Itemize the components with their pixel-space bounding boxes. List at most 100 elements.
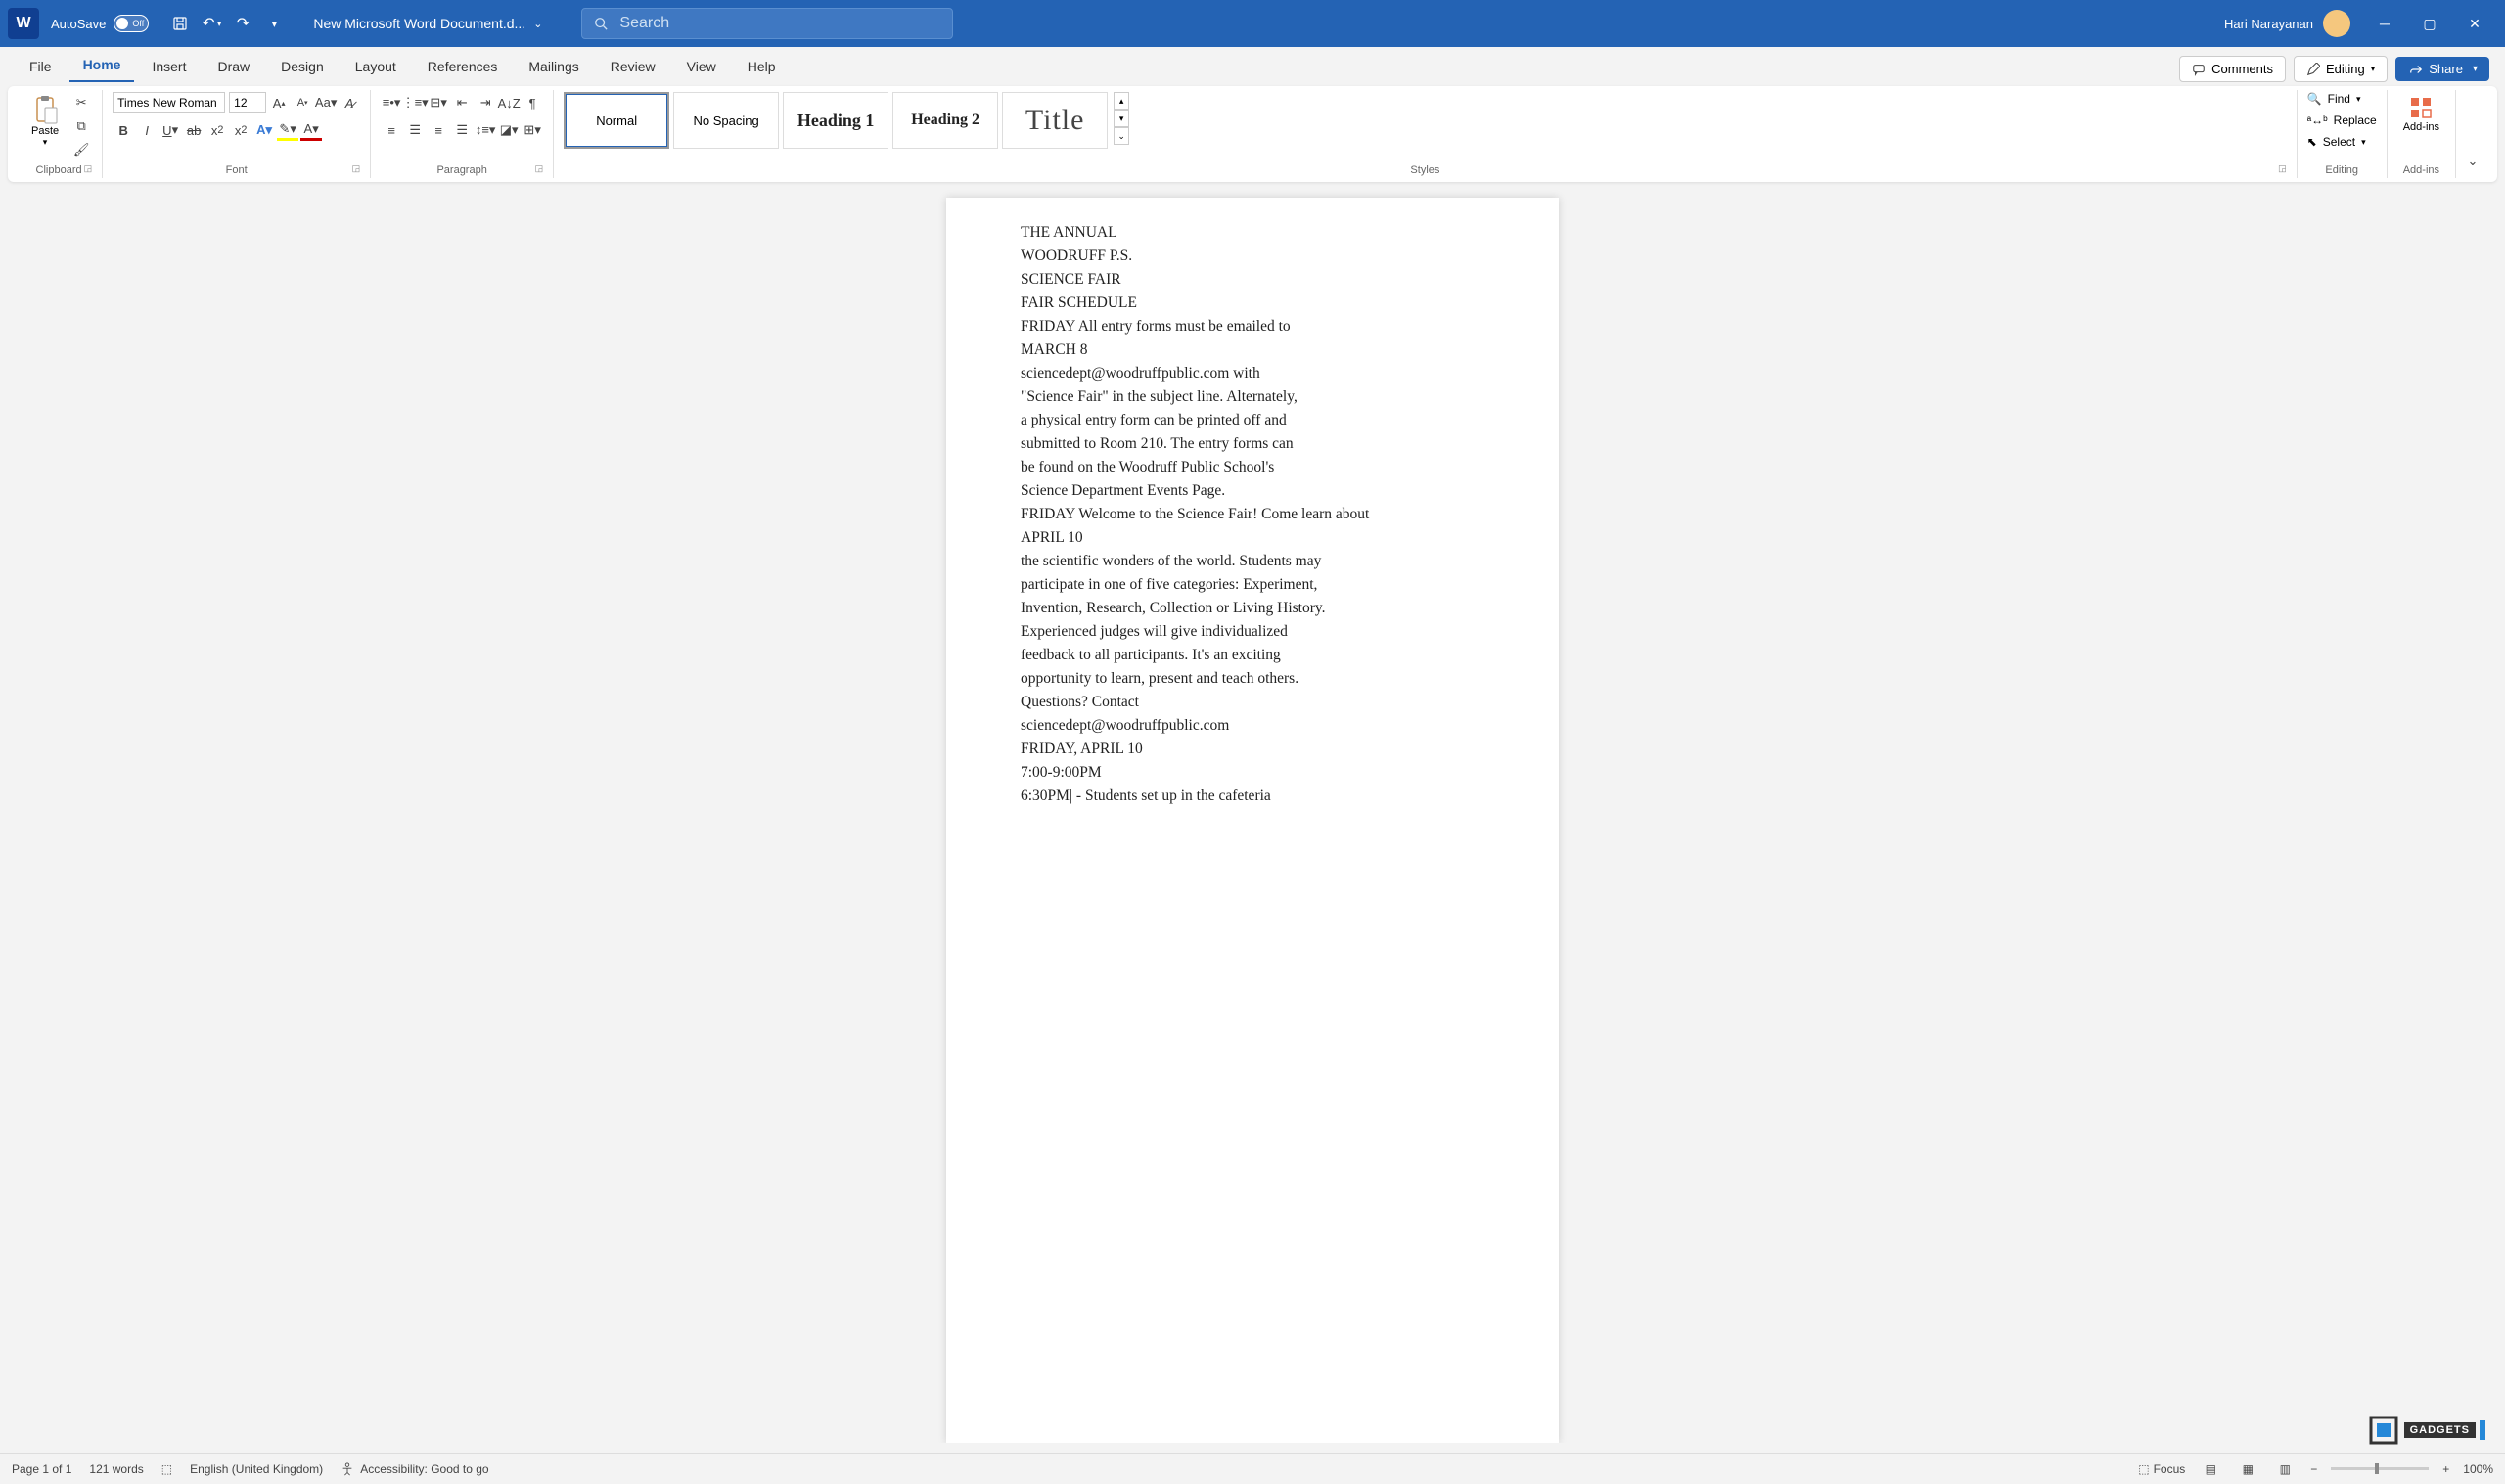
highlight-icon[interactable]: ✎▾ — [277, 119, 298, 141]
doc-line[interactable]: the scientific wonders of the world. Stu… — [1021, 550, 1484, 573]
align-left-icon[interactable]: ≡ — [381, 119, 402, 141]
multilevel-list-icon[interactable]: ⊟▾ — [428, 92, 449, 113]
style-no-spacing[interactable]: No Spacing — [673, 92, 779, 149]
zoom-slider[interactable] — [2331, 1467, 2429, 1470]
addins-button[interactable]: Add-ins — [2397, 92, 2445, 135]
bold-icon[interactable]: B — [113, 119, 134, 141]
font-size-select[interactable] — [229, 92, 266, 113]
read-mode-icon[interactable]: ▤ — [2199, 1458, 2222, 1481]
autosave-toggle[interactable]: AutoSave Off — [51, 15, 149, 32]
zoom-level[interactable]: 100% — [2463, 1462, 2493, 1476]
styles-more-icon[interactable]: ⌄ — [1114, 127, 1129, 145]
toggle-switch[interactable]: Off — [114, 15, 149, 32]
underline-icon[interactable]: U▾ — [159, 119, 181, 141]
style-title[interactable]: Title — [1002, 92, 1108, 149]
text-effects-icon[interactable]: A▾ — [253, 119, 275, 141]
word-count[interactable]: 121 words — [89, 1462, 143, 1476]
tab-layout[interactable]: Layout — [342, 51, 410, 82]
align-right-icon[interactable]: ≡ — [428, 119, 449, 141]
doc-line[interactable]: participate in one of five categories: E… — [1021, 573, 1484, 597]
select-button[interactable]: ⬉Select▾ — [2307, 135, 2366, 149]
redo-icon[interactable]: ↷ — [227, 8, 258, 39]
shading-icon[interactable]: ◪▾ — [498, 119, 520, 141]
language[interactable]: English (United Kingdom) — [190, 1462, 323, 1476]
italic-icon[interactable]: I — [136, 119, 158, 141]
maximize-icon[interactable]: ▢ — [2407, 0, 2452, 47]
line-spacing-icon[interactable]: ↕≡▾ — [475, 119, 496, 141]
launcher-icon[interactable]: ◲ — [535, 163, 544, 174]
clear-formatting-icon[interactable]: A̷ — [339, 92, 360, 113]
paste-button[interactable]: Paste ▾ — [25, 92, 65, 150]
user-account[interactable]: Hari Narayanan — [2224, 10, 2350, 37]
web-layout-icon[interactable]: ▥ — [2273, 1458, 2297, 1481]
launcher-icon[interactable]: ◲ — [2278, 163, 2287, 174]
launcher-icon[interactable]: ◲ — [352, 163, 361, 174]
tab-help[interactable]: Help — [734, 51, 790, 82]
cut-icon[interactable]: ✂ — [70, 92, 92, 113]
styles-down-icon[interactable]: ▾ — [1114, 110, 1129, 127]
doc-line[interactable]: WOODRUFF P.S. — [1021, 245, 1484, 268]
numbering-icon[interactable]: ⋮≡▾ — [404, 92, 426, 113]
doc-line[interactable]: sciencedept@woodruffpublic.com — [1021, 714, 1484, 738]
increase-indent-icon[interactable]: ⇥ — [475, 92, 496, 113]
accessibility-status[interactable]: Accessibility: Good to go — [341, 1462, 488, 1476]
doc-line[interactable]: APRIL 10 — [1021, 526, 1484, 550]
doc-line[interactable]: opportunity to learn, present and teach … — [1021, 667, 1484, 691]
tab-mailings[interactable]: Mailings — [515, 51, 592, 82]
font-color-icon[interactable]: A▾ — [300, 119, 322, 141]
tab-references[interactable]: References — [414, 51, 512, 82]
doc-line[interactable]: "Science Fair" in the subject line. Alte… — [1021, 385, 1484, 409]
doc-line[interactable]: MARCH 8 — [1021, 338, 1484, 362]
style-normal[interactable]: Normal — [564, 92, 669, 149]
show-marks-icon[interactable]: ¶ — [522, 92, 543, 113]
doc-line[interactable]: THE ANNUAL — [1021, 221, 1484, 245]
tab-review[interactable]: Review — [597, 51, 669, 82]
justify-icon[interactable]: ☰ — [451, 119, 473, 141]
doc-line[interactable]: Invention, Research, Collection or Livin… — [1021, 597, 1484, 620]
font-name-select[interactable] — [113, 92, 225, 113]
doc-line[interactable]: Science Department Events Page. — [1021, 479, 1484, 503]
doc-line[interactable]: submitted to Room 210. The entry forms c… — [1021, 432, 1484, 456]
collapse-ribbon-icon[interactable]: ⌄ — [2462, 151, 2483, 172]
bullets-icon[interactable]: ≡•▾ — [381, 92, 402, 113]
document-title[interactable]: New Microsoft Word Document.d... ⌄ — [313, 16, 542, 31]
format-painter-icon[interactable]: 🖌 — [70, 139, 92, 160]
zoom-out-icon[interactable]: − — [2310, 1462, 2317, 1476]
style-heading2[interactable]: Heading 2 — [892, 92, 998, 149]
editing-mode-button[interactable]: Editing ▾ — [2294, 56, 2388, 82]
borders-icon[interactable]: ⊞▾ — [522, 119, 543, 141]
spellcheck-icon[interactable]: ⬚ — [161, 1462, 172, 1476]
find-button[interactable]: 🔍Find▾ — [2307, 92, 2361, 106]
qat-customize-icon[interactable]: ▾ — [258, 8, 290, 39]
style-heading1[interactable]: Heading 1 — [783, 92, 888, 149]
doc-line[interactable]: SCIENCE FAIR — [1021, 268, 1484, 292]
comments-button[interactable]: Comments — [2179, 56, 2286, 82]
launcher-icon[interactable]: ◲ — [84, 163, 93, 174]
doc-line[interactable]: be found on the Woodruff Public School's — [1021, 456, 1484, 479]
zoom-in-icon[interactable]: + — [2442, 1462, 2449, 1476]
grow-font-icon[interactable]: A▴ — [268, 92, 290, 113]
minimize-icon[interactable]: ─ — [2362, 0, 2407, 47]
document-canvas[interactable]: THE ANNUAL WOODRUFF P.S. SCIENCE FAIR FA… — [0, 186, 2505, 1443]
doc-line[interactable]: FAIR SCHEDULE — [1021, 292, 1484, 315]
tab-file[interactable]: File — [16, 51, 66, 82]
shrink-font-icon[interactable]: A▾ — [292, 92, 313, 113]
print-layout-icon[interactable]: ▦ — [2236, 1458, 2259, 1481]
doc-line[interactable]: 6:30PM| - Students set up in the cafeter… — [1021, 785, 1484, 808]
save-icon[interactable] — [164, 8, 196, 39]
tab-draw[interactable]: Draw — [204, 51, 263, 82]
subscript-icon[interactable]: x2 — [206, 119, 228, 141]
doc-line[interactable]: feedback to all participants. It's an ex… — [1021, 644, 1484, 667]
doc-line[interactable]: a physical entry form can be printed off… — [1021, 409, 1484, 432]
styles-up-icon[interactable]: ▴ — [1114, 92, 1129, 110]
doc-line[interactable]: FRIDAY, APRIL 10 — [1021, 738, 1484, 761]
replace-button[interactable]: ᵃ↔ᵇReplace — [2307, 113, 2377, 127]
page-count[interactable]: Page 1 of 1 — [12, 1462, 71, 1476]
page[interactable]: THE ANNUAL WOODRUFF P.S. SCIENCE FAIR FA… — [946, 198, 1559, 1443]
tab-view[interactable]: View — [673, 51, 730, 82]
doc-line[interactable]: sciencedept@woodruffpublic.com with — [1021, 362, 1484, 385]
share-button[interactable]: Share ▾ — [2395, 57, 2489, 81]
align-center-icon[interactable]: ☰ — [404, 119, 426, 141]
undo-icon[interactable]: ↶▾ — [196, 8, 227, 39]
superscript-icon[interactable]: x2 — [230, 119, 251, 141]
